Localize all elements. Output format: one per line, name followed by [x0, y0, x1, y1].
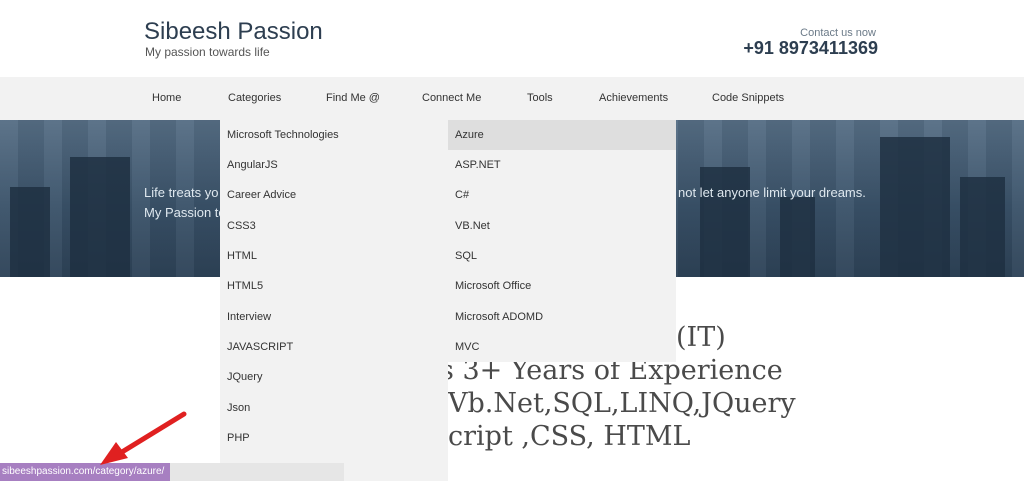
skyline-building [960, 177, 1005, 277]
skyline-building [780, 197, 815, 277]
submenu-item-microsoft-adomd[interactable]: Microsoft ADOMD [448, 302, 676, 332]
skyline-building [880, 137, 950, 277]
submenu-item-mvc[interactable]: MVC [448, 332, 676, 362]
intro-line-4: cript ,CSS, HTML [448, 421, 691, 452]
submenu-item-azure[interactable]: Azure [448, 120, 676, 150]
nav-item-code-snippets[interactable]: Code Snippets [712, 77, 784, 120]
site-tagline: My passion towards life [145, 45, 270, 59]
status-bar-url: sibeeshpassion.com/category/azure/ [0, 463, 171, 481]
nav-item-connect-me[interactable]: Connect Me [422, 77, 481, 120]
submenu-item-aspnet[interactable]: ASP.NET [448, 150, 676, 180]
skyline-building [70, 157, 130, 277]
site-title[interactable]: Sibeesh Passion [144, 18, 323, 46]
status-bar-background [154, 463, 344, 481]
skyline-building [700, 167, 750, 277]
submenu-item-sql[interactable]: SQL [448, 241, 676, 271]
intro-line-1: (IT) [676, 322, 726, 353]
submenu-item-csharp[interactable]: C# [448, 180, 676, 210]
skyline-building [10, 187, 50, 277]
microsoft-technologies-submenu: Azure ASP.NET C# VB.Net SQL Microsoft Of… [448, 120, 676, 362]
contact-phone[interactable]: +91 8973411369 [743, 38, 878, 59]
nav-item-categories[interactable]: Categories [228, 77, 281, 120]
nav-item-achievements[interactable]: Achievements [599, 77, 668, 120]
hero-text-line-2: My Passion to [144, 205, 226, 220]
category-angularjs[interactable]: AngularJS [220, 150, 448, 180]
category-html5[interactable]: HTML5 [220, 271, 448, 301]
category-microsoft-technologies[interactable]: Microsoft Technologies [220, 120, 448, 150]
hero-text-line-1: Life treats yo [144, 185, 219, 200]
category-html[interactable]: HTML [220, 241, 448, 271]
category-jquery[interactable]: JQuery [220, 362, 448, 392]
category-css3[interactable]: CSS3 [220, 211, 448, 241]
site-header: Sibeesh Passion My passion towards life … [0, 0, 1024, 77]
categories-dropdown: Microsoft Technologies AngularJS Career … [220, 120, 448, 481]
category-php[interactable]: PHP [220, 423, 448, 453]
main-nav: Home Categories Find Me @ Connect Me Too… [0, 77, 1024, 120]
category-career-advice[interactable]: Career Advice [220, 180, 448, 210]
nav-item-find-me[interactable]: Find Me @ [326, 77, 380, 120]
hero-text-line-1-right: not let anyone limit your dreams. [678, 185, 866, 200]
category-javascript[interactable]: JAVASCRIPT [220, 332, 448, 362]
category-json[interactable]: Json [220, 393, 448, 423]
submenu-item-vbnet[interactable]: VB.Net [448, 211, 676, 241]
nav-item-home[interactable]: Home [152, 77, 181, 120]
category-interview[interactable]: Interview [220, 302, 448, 332]
intro-line-3: Vb.Net,SQL,LINQ,JQuery [448, 388, 796, 419]
nav-item-tools[interactable]: Tools [527, 77, 553, 120]
submenu-item-microsoft-office[interactable]: Microsoft Office [448, 271, 676, 301]
